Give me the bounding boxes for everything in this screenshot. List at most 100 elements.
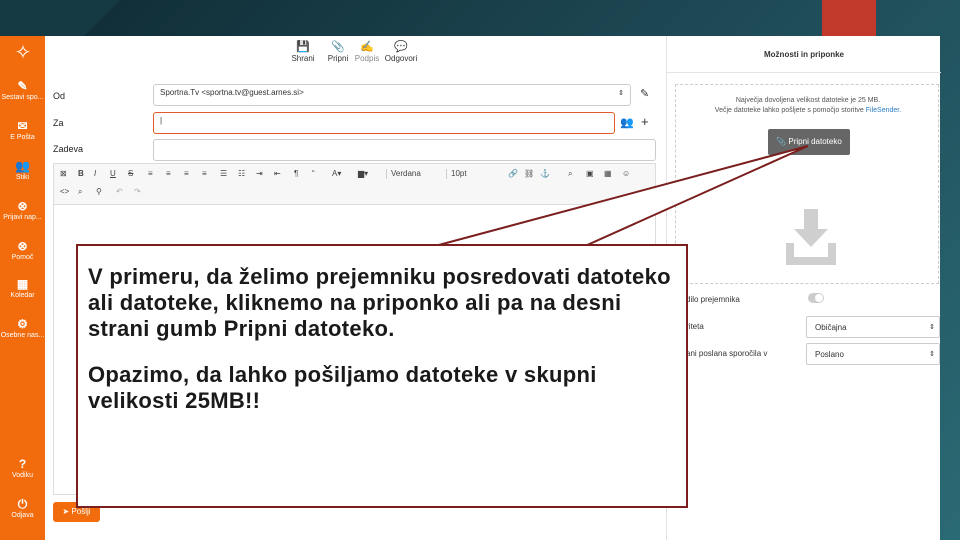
sidebar-item-label: Osebne nas... — [0, 332, 45, 339]
code-icon[interactable]: <> — [60, 187, 69, 197]
edit-pencil-icon[interactable]: ✎ — [640, 87, 649, 100]
source-icon[interactable]: ⊠ — [60, 169, 67, 179]
sidebar-item-compose[interactable]: ✎ Sestavi spo... — [0, 80, 45, 102]
red-accent-bar — [822, 0, 876, 36]
size-limit-text: Največja dovoljena velikost datoteke je … — [735, 97, 881, 104]
outdent-icon[interactable]: ⇤ — [274, 169, 281, 179]
sent-folder-select[interactable]: Poslano ⇕ — [806, 343, 940, 365]
align-left-icon[interactable]: ≡ — [148, 169, 153, 179]
callout-text-size: Opazimo, da lahko pošiljamo datoteke v s… — [88, 362, 597, 413]
address-book-icon[interactable]: 👥 — [620, 116, 634, 129]
to-label: Za — [53, 118, 64, 128]
align-right-icon[interactable]: ≡ — [184, 169, 189, 179]
instruction-callout: V primeru, da želimo prejemniku posredov… — [76, 244, 688, 508]
search-replace-icon[interactable]: ⌕ — [568, 169, 572, 179]
signature-button[interactable]: ✍ Podpis — [353, 41, 381, 64]
unlink-icon[interactable]: ⛓ — [524, 169, 534, 179]
attach-file-button[interactable]: 📎 Pripni datoteko — [768, 129, 850, 155]
save-button[interactable]: 💾 Shrani — [290, 41, 316, 64]
speech-bubble-icon: 💬 — [394, 41, 408, 53]
sidebar-item-label: Koledar — [10, 292, 35, 299]
binoculars-icon[interactable]: ⚲ — [96, 187, 102, 197]
compass-logo-icon[interactable]: ✧ — [11, 41, 35, 65]
to-field[interactable]: | — [153, 112, 615, 134]
sidebar: ✧ ✎ Sestavi spo... ✉ E Pošta 👥 Stiki ⊗ P… — [0, 36, 45, 540]
highlight-icon[interactable]: ▆▾ — [358, 169, 368, 179]
font-color-icon[interactable]: A▾ — [332, 169, 341, 179]
paragraph-icon[interactable]: ¶ — [294, 169, 298, 179]
undo-icon[interactable]: ↶ — [116, 187, 123, 197]
attach-button[interactable]: 📎 Pripni — [325, 41, 351, 64]
sidebar-item-logout[interactable]: ⏻ Odjava — [0, 498, 45, 520]
link-icon[interactable]: 🔗 — [508, 169, 518, 179]
callout-text-attach: V primeru, da želimo prejemniku posredov… — [88, 264, 671, 341]
sidebar-item-label: Stiki — [15, 174, 30, 181]
paper-plane-icon: ➤ — [62, 507, 70, 516]
image-icon[interactable]: ▣ — [586, 169, 594, 179]
chevron-updown-icon: ⇕ — [929, 324, 935, 331]
bullet-list-icon[interactable]: ☰ — [220, 169, 227, 179]
add-recipient-icon[interactable]: + — [641, 114, 649, 129]
indent-icon[interactable]: ⇥ — [256, 169, 263, 179]
align-center-icon[interactable]: ≡ — [166, 169, 171, 179]
chevron-updown-icon: ⇕ — [618, 90, 624, 97]
paperclip-icon: 📎 — [331, 41, 345, 53]
sidebar-item-report[interactable]: ⊗ Prijavi nap... — [0, 200, 45, 222]
power-icon: ⏻ — [17, 497, 28, 511]
paperclip-icon: 📎 — [776, 137, 787, 146]
sidebar-item-label: Vodiku — [11, 472, 34, 479]
sidebar-item-calendar[interactable]: ▦ Koledar — [0, 278, 45, 300]
sidebar-item-email[interactable]: ✉ E Pošta — [0, 120, 45, 142]
sidebar-item-guide[interactable]: ? Vodiku — [0, 458, 45, 480]
subject-label: Zadeva — [53, 144, 84, 154]
options-attachments-panel: Možnosti in priponke Največja dovoljena … — [666, 36, 941, 540]
find-icon[interactable]: ⌕ — [78, 187, 82, 197]
filesender-text: Večje datoteke lahko pošljete s pomočjo … — [714, 107, 902, 114]
sidebar-item-settings[interactable]: ⚙ Osebne nas... — [0, 318, 45, 340]
priority-select[interactable]: Običajna ⇕ — [806, 316, 940, 338]
help-circle-icon: ⊗ — [17, 239, 28, 253]
sidebar-item-label: Prijavi nap... — [3, 214, 42, 221]
priority-label: riteta — [686, 322, 704, 331]
read-receipt-toggle[interactable] — [808, 293, 824, 303]
calendar-icon: ▦ — [16, 277, 29, 291]
read-receipt-label: dilo prejemnika — [686, 295, 740, 304]
filesender-link[interactable]: FileSender. — [866, 107, 901, 114]
redo-icon[interactable]: ↷ — [134, 187, 141, 197]
bold-icon[interactable]: B — [78, 169, 84, 179]
table-icon[interactable]: ▦ — [604, 169, 612, 179]
contacts-icon: 👥 — [15, 159, 30, 173]
underline-icon[interactable]: U — [110, 169, 116, 179]
from-label: Od — [53, 91, 66, 101]
sidebar-item-contacts[interactable]: 👥 Stiki — [0, 160, 45, 182]
sidebar-item-label: E Pošta — [10, 134, 35, 141]
reply-button[interactable]: 💬 Odgovori — [383, 41, 419, 64]
sidebar-item-label: Sestavi spo... — [1, 94, 44, 101]
quote-icon[interactable]: “ — [312, 169, 315, 179]
align-justify-icon[interactable]: ≡ — [202, 169, 207, 179]
anchor-icon[interactable]: ⚓ — [540, 169, 550, 179]
emoji-icon[interactable]: ☺ — [622, 169, 630, 179]
lifebuoy-icon: ⊗ — [17, 199, 28, 213]
sidebar-item-label: Odjava — [11, 512, 34, 519]
font-size-select[interactable]: 10pt — [446, 169, 506, 179]
divider — [667, 72, 941, 73]
compose-toolbar: 💾 Shrani 📎 Pripni ✍ Podpis 💬 Odgovori — [45, 36, 665, 76]
save-sent-label: ani poslana sporočila v — [686, 349, 768, 358]
numbered-list-icon[interactable]: ☷ — [238, 169, 245, 179]
attachment-dropzone[interactable]: Največja dovoljena velikost datoteke je … — [675, 84, 939, 284]
font-family-select[interactable]: Verdana — [386, 169, 444, 179]
download-icon — [786, 209, 836, 265]
strikethrough-icon[interactable]: S — [128, 169, 133, 179]
floppy-icon: 💾 — [296, 41, 310, 53]
subject-field[interactable] — [153, 139, 656, 161]
editor-toolbar: ⊠ B I U S ≡ ≡ ≡ ≡ ☰ ☷ ⇥ ⇤ ¶ “ A▾ ▆▾ Verd… — [53, 163, 656, 205]
envelope-icon: ✉ — [17, 119, 28, 133]
signature-icon: ✍ — [360, 41, 374, 53]
panel-title: Možnosti in priponke — [764, 50, 844, 59]
italic-icon[interactable]: I — [94, 169, 96, 179]
from-select[interactable]: Sportna.Tv <sportna.tv@guest.arnes.si> ⇕ — [153, 84, 631, 106]
sidebar-item-help[interactable]: ⊗ Pomoč — [0, 240, 45, 262]
sidebar-item-label: Pomoč — [11, 254, 34, 261]
gear-icon: ⚙ — [17, 317, 28, 331]
